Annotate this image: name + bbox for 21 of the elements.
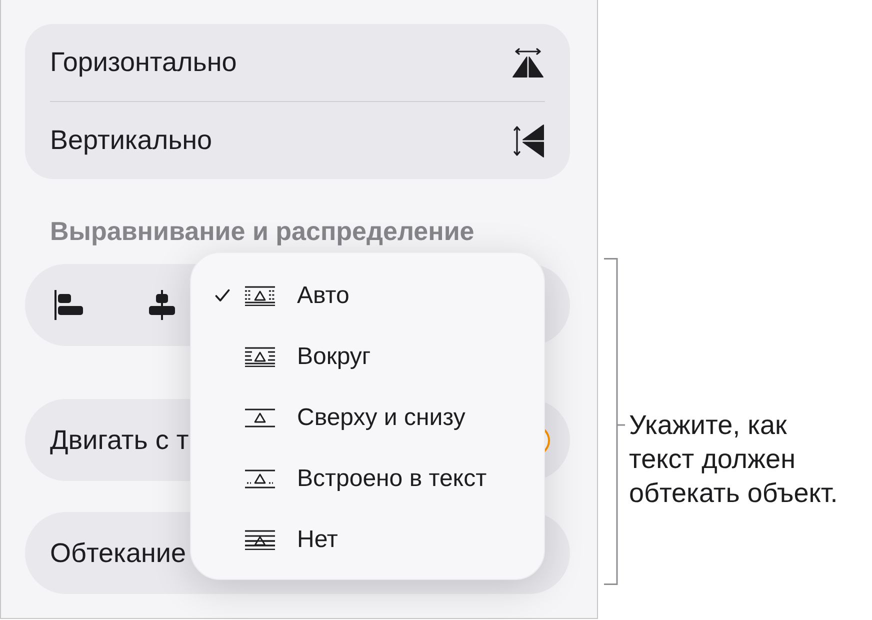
callout-text: Укажите, как текст должен обтекать объект. [629, 409, 839, 510]
menu-item[interactable]: Авто [191, 265, 544, 326]
flip-vertical-icon [513, 124, 545, 158]
wrap-top-bottom-icon [245, 408, 275, 428]
wrap-inline-icon [245, 468, 275, 488]
menu-item[interactable]: Сверху и снизу [191, 387, 544, 448]
wrap-none-icon [245, 530, 275, 550]
align-center-button[interactable] [148, 290, 176, 320]
menu-item[interactable]: Вокруг [191, 326, 544, 387]
align-center-icon [148, 290, 176, 320]
wrap-around-icon [245, 346, 275, 366]
flip-option[interactable]: Горизонтально [25, 24, 570, 101]
section-header: Выравнивание и распределение [50, 216, 474, 246]
flip-option[interactable]: Вертикально [25, 102, 570, 179]
align-left-button[interactable] [54, 290, 84, 320]
wrap-auto-icon [245, 286, 275, 306]
align-left-icon [54, 290, 84, 320]
menu-item[interactable]: Нет [191, 509, 544, 570]
flip-horizontal-icon [511, 48, 545, 78]
menu-item[interactable]: Встроено в текст [191, 448, 544, 509]
row-label: Двигать с т [50, 424, 189, 457]
